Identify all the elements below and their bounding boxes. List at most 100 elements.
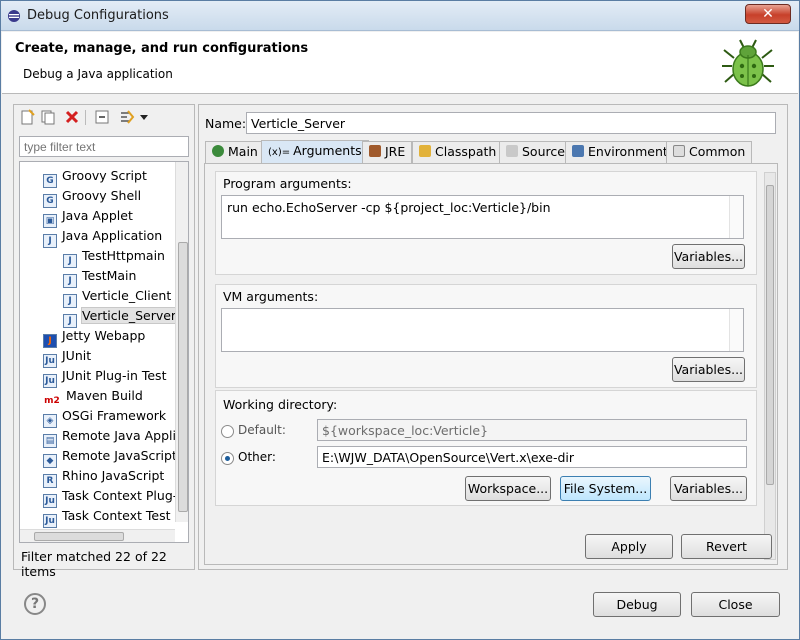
tree-item-label: Remote Java Appli [62,428,176,443]
vm-arguments-label: VM arguments: [223,289,319,304]
tree-item-label: OSGi Framework [62,408,167,423]
tree-item[interactable]: Ju Task Context Test [43,506,171,528]
environment-tab-icon [572,145,584,157]
revert-button[interactable]: Revert [681,534,772,559]
help-icon[interactable]: ? [24,593,46,615]
arguments-scrollbar[interactable] [764,172,776,560]
tab-source[interactable]: Source [499,141,572,163]
new-configuration-icon[interactable] [19,109,35,125]
filter-input[interactable] [19,136,189,157]
common-tab-icon [673,145,685,157]
tab-environment-label: Environment [588,144,668,159]
dialog-window: Debug Configurations ✕ Create, manage, a… [0,0,800,640]
tree-item-label: Maven Build [66,388,143,403]
program-arguments-textarea[interactable]: run echo.EchoServer -cp ${project_loc:Ve… [221,195,744,239]
close-button[interactable]: Close [691,592,780,617]
tree-item-label: Task Context Plug- [62,488,178,503]
tree-item-label: Java Applet [62,208,133,223]
task-context-test-icon: Ju [43,514,57,528]
tree-item-label: Verticle_Server [80,307,178,324]
tree-item-label: JUnit Plug-in Test [62,368,167,383]
tree-item[interactable]: Ju Task Context Plug- [43,486,178,508]
tree-item[interactable]: ▣ Java Applet [43,206,133,228]
tab-main-label: Main [228,144,258,159]
tree-item[interactable]: J Verticle_Client [63,286,171,308]
jre-tab-icon [369,145,381,157]
debug-button[interactable]: Debug [593,592,681,617]
vm-variables-button[interactable]: Variables... [672,357,745,382]
tree-horizontal-scrollbar[interactable] [20,529,175,542]
vm-arguments-textarea[interactable] [221,308,744,352]
other-label: Other: [238,450,276,464]
tab-main[interactable]: Main [205,141,265,163]
tree-item[interactable]: ◆ Remote JavaScript [43,446,177,468]
tab-common-label: Common [689,144,746,159]
other-radio[interactable] [221,452,234,465]
header-title: Create, manage, and run configurations [15,41,309,56]
vm-arguments-scrollbar[interactable] [729,309,743,351]
tree-item-label: JUnit [62,348,92,363]
tree-item[interactable]: J Jetty Webapp [43,326,146,348]
tab-arguments[interactable]: (x)= Arguments [261,140,369,164]
configuration-tree: G Groovy Script G Groovy Shell ▣ Java Applet J… [19,161,189,543]
apply-button[interactable]: Apply [585,534,673,559]
collapse-all-icon[interactable] [94,109,110,125]
header-subtitle: Debug a Java application [23,67,173,81]
tab-classpath[interactable]: Classpath [412,141,504,163]
tree-item[interactable]: Ju JUnit Plug-in Test [43,366,167,388]
tree-item[interactable]: J TestMain [63,266,137,288]
default-radio[interactable] [221,425,234,438]
tree-hscroll-thumb[interactable] [34,532,124,541]
program-arguments-group: Program arguments: run echo.EchoServer -… [215,171,757,275]
name-label: Name: [205,116,247,131]
tab-classpath-label: Classpath [435,144,497,159]
tree-item-label: TestMain [82,268,137,283]
tree-item[interactable]: ◈ OSGi Framework [43,406,167,428]
program-arguments-value: run echo.EchoServer -cp ${project_loc:Ve… [227,200,551,215]
working-directory-variables-button[interactable]: Variables... [670,476,747,501]
tree-scrollbar-thumb[interactable] [178,242,188,512]
tab-jre-label: JRE [385,144,406,159]
tab-jre[interactable]: JRE [362,141,413,163]
tab-source-label: Source [522,144,565,159]
tree-item-label: Jetty Webapp [62,328,146,343]
chevron-down-icon[interactable] [139,109,149,125]
tree-item[interactable]: J Java Application [43,226,163,248]
vm-arguments-group: VM arguments: Variables... [215,284,757,388]
classpath-tab-icon [419,145,431,157]
tree-item[interactable]: m2 Maven Build [43,386,143,406]
window-close-button[interactable]: ✕ [745,4,791,24]
arguments-scrollbar-thumb[interactable] [766,185,774,485]
tab-common[interactable]: Common [666,141,753,163]
name-input[interactable]: Verticle_Server [246,112,776,134]
tree-item[interactable]: Ju JUnit [43,346,92,368]
tree-item-label: Groovy Shell [62,188,142,203]
toolbar-divider [85,110,86,125]
tree-vertical-scrollbar[interactable] [175,162,188,522]
tree-item[interactable]: G Groovy Shell [43,186,142,208]
arguments-tab-icon: (x)= [268,147,291,158]
tree-item[interactable]: R Rhino JavaScript [43,466,164,488]
tree-item[interactable]: J Verticle_Server [63,306,178,328]
debug-bug-icon [722,39,774,87]
workspace-button[interactable]: Workspace... [465,476,551,501]
delete-icon[interactable] [64,109,80,125]
other-directory-field[interactable]: E:\WJW_DATA\OpenSource\Vert.x\exe-dir [317,446,747,468]
tree-item[interactable]: J TestHttpmain [63,246,165,268]
file-system-button[interactable]: File System... [560,476,651,501]
tree-item-label: Groovy Script [62,168,147,183]
tree-item[interactable]: G Groovy Script [43,166,147,188]
program-arguments-scrollbar[interactable] [729,196,743,238]
tree-item-label: Task Context Test [62,508,171,523]
tab-arguments-label: Arguments [293,143,362,158]
arguments-tab-body: Program arguments: run echo.EchoServer -… [204,163,778,565]
tab-environment[interactable]: Environment [565,141,675,163]
tree-item-label: TestHttpmain [82,248,165,263]
tree-item[interactable]: ▤ Remote Java Appli [43,426,176,448]
filter-icon[interactable] [119,109,135,125]
tree-item-label: Java Application [62,228,163,243]
default-directory-field: ${workspace_loc:Verticle} [317,419,747,441]
program-variables-button[interactable]: Variables... [672,244,745,269]
duplicate-icon[interactable] [40,109,56,125]
dialog-header: Create, manage, and run configurations D… [2,32,798,94]
